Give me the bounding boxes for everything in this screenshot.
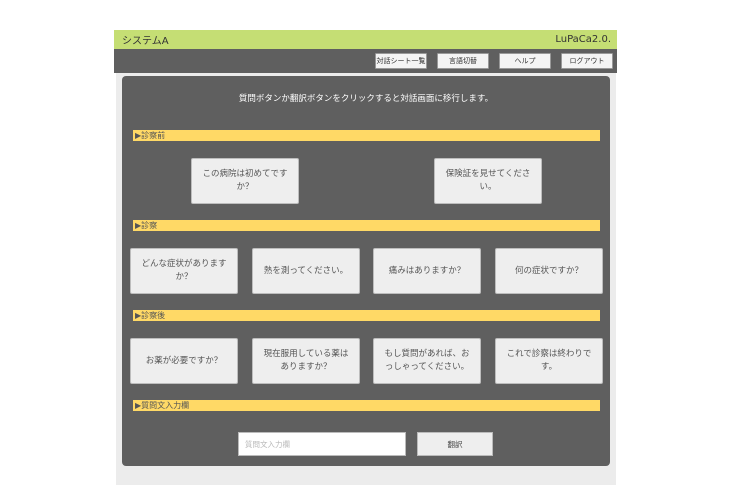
app-header: システムA LuPaCa2.0.: [114, 30, 617, 49]
language-switch-button[interactable]: 言語切替: [437, 53, 489, 69]
question-button[interactable]: 痛みはありますか？: [373, 248, 481, 294]
question-button[interactable]: 保険証を見せてください。: [434, 158, 542, 204]
question-button[interactable]: お薬が必要ですか？: [130, 338, 238, 384]
question-input[interactable]: [238, 432, 406, 456]
app-title: システムA: [122, 36, 169, 47]
question-button[interactable]: どんな症状がありますか？: [130, 248, 238, 294]
question-button[interactable]: 熱を測ってください。: [252, 248, 360, 294]
question-button[interactable]: この病院は初めてですか？: [191, 158, 299, 204]
question-button[interactable]: 現在服用している薬はありますか？: [252, 338, 360, 384]
help-button[interactable]: ヘルプ: [499, 53, 551, 69]
section-header-after-consultation: ▶診察後: [133, 310, 600, 321]
section-header-consultation: ▶診察: [133, 220, 600, 231]
question-button[interactable]: これで診察は終わりです。: [495, 338, 603, 384]
translate-button[interactable]: 翻訳: [417, 432, 493, 456]
toolbar: 対話シート一覧 言語切替 ヘルプ ログアウト: [114, 49, 617, 73]
section-header-before-consultation: ▶診察前: [133, 130, 600, 141]
section-header-question-input: ▶質問文入力欄: [133, 400, 600, 411]
instruction-text: 質問ボタンか翻訳ボタンをクリックすると対話画面に移行します。: [238, 94, 494, 104]
dialog-sheet-list-button[interactable]: 対話シート一覧: [375, 53, 427, 69]
question-button[interactable]: もし質問があれば、おっしゃってください。: [373, 338, 481, 384]
app-version: LuPaCa2.0.: [555, 34, 611, 45]
logout-button[interactable]: ログアウト: [561, 53, 613, 69]
question-button[interactable]: 何の症状ですか？: [495, 248, 603, 294]
main-panel: 質問ボタンか翻訳ボタンをクリックすると対話画面に移行します。 ▶診察前 この病院…: [122, 76, 610, 466]
